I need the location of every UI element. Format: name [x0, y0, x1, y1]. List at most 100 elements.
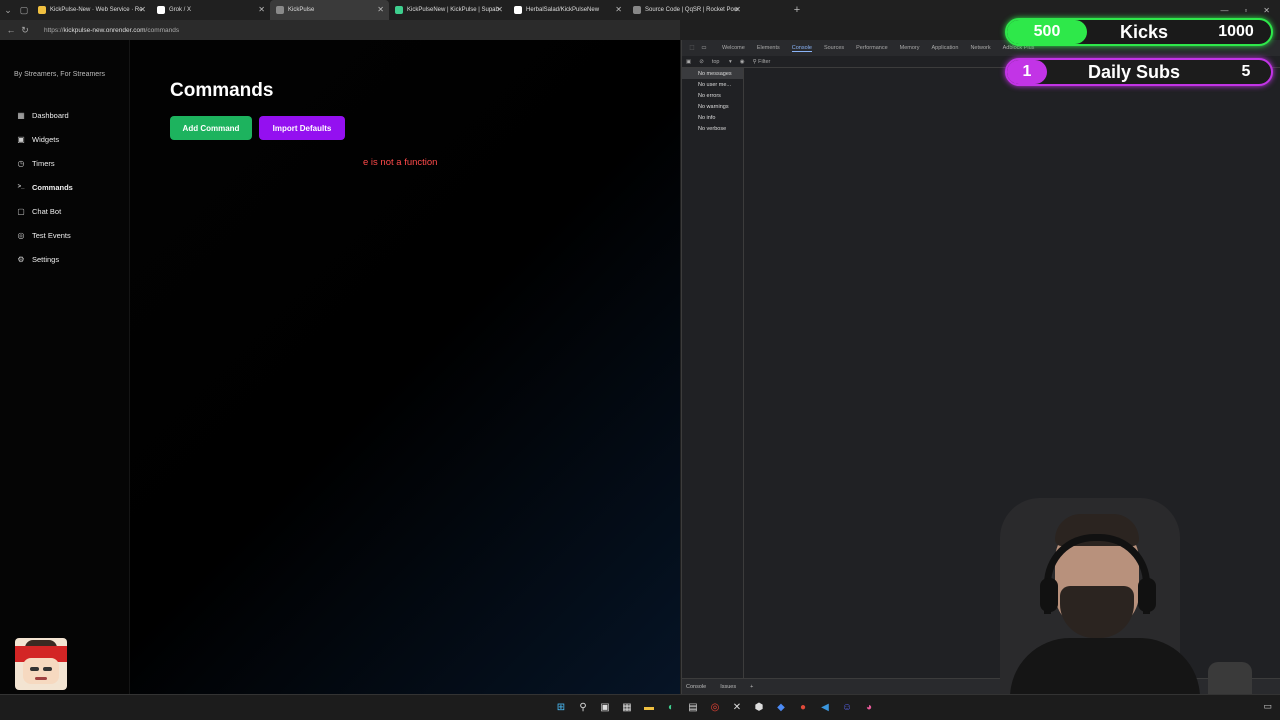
devtools-tab-elements[interactable]: Elements [757, 45, 780, 52]
earcup-left [1040, 578, 1058, 612]
widgets-icon: ▣ [17, 134, 25, 144]
sidebar-item-label: Test Events [32, 230, 71, 240]
tab-close-icon[interactable]: ✕ [139, 5, 146, 14]
browser-tab[interactable]: Source Code | QqSR | Rocket Pow ✕ [627, 0, 746, 20]
devtools-tab-memory[interactable]: Memory [900, 45, 920, 52]
edge-icon[interactable]: ◐ [664, 701, 678, 715]
console-filter-item[interactable]: No verbose [682, 123, 743, 134]
sidebar-item-dashboard[interactable]: ▦ Dashboard [16, 108, 69, 122]
devtools-tab-application[interactable]: Application [932, 45, 959, 52]
tab-close-icon[interactable]: ✕ [496, 5, 503, 14]
avatar-mouth [35, 677, 47, 680]
start-icon[interactable]: ⊞ [554, 701, 568, 715]
close-window-icon[interactable]: ✕ [1263, 6, 1270, 15]
window-controls: — ▫ ✕ [1220, 6, 1280, 15]
context-select[interactable]: top ▾ [712, 59, 732, 65]
earcup-right [1138, 578, 1156, 612]
store-icon[interactable]: ▤ [686, 701, 700, 715]
console-filter-item[interactable]: No warnings [682, 101, 743, 112]
x-app-icon[interactable]: ✕ [730, 701, 744, 715]
taskbar: ⊞ ⚲ ▣ ▦ ▬ ◐ ▤ ◎ ✕ ⬢ ◆ ● ◀ ☺ ◕ ▭ [0, 694, 1280, 720]
clear-console-icon[interactable]: ⊘ [699, 59, 704, 65]
browser-tab[interactable]: KickPulse ✕ [270, 0, 389, 20]
tab-favicon-icon [633, 6, 641, 14]
steam-icon[interactable]: ◆ [774, 701, 788, 715]
streamer-body [1010, 638, 1200, 694]
task-view-icon[interactable]: ▣ [598, 701, 612, 715]
tab-close-icon[interactable]: ✕ [734, 5, 741, 14]
add-command-button[interactable]: Add Command [170, 116, 252, 140]
eye-icon[interactable]: ◉ [740, 59, 745, 65]
sidebar-item-label: Chat Bot [32, 206, 62, 216]
chat-icon: ▢ [17, 206, 25, 216]
devtools-tab-welcome[interactable]: Welcome [722, 45, 745, 52]
console-filter-item[interactable]: No info [682, 112, 743, 123]
app-icon[interactable]: ⬢ [752, 701, 766, 715]
sidebar-item-commands[interactable]: >_ Commands [16, 180, 73, 194]
browser-tabstrip: ⌄ ▢ KickPulse-New · Web Service · Re ✕ Gro… [0, 0, 1280, 20]
vscode-icon[interactable]: ◀ [818, 701, 832, 715]
sidebar-item-settings[interactable]: ⚙ Settings [16, 252, 59, 266]
minimize-icon[interactable]: — [1220, 6, 1228, 15]
console-filter-item[interactable]: No errors [682, 90, 743, 101]
import-defaults-button[interactable]: Import Defaults [259, 116, 345, 140]
tab-favicon-icon [276, 6, 284, 14]
sidebar-item-chat-bot[interactable]: ▢ Chat Bot [16, 204, 61, 218]
search-icon[interactable]: ⚲ [576, 701, 590, 715]
device-toggle-icon[interactable]: ▭ [698, 45, 710, 51]
console-filter-item[interactable]: No messages [682, 68, 743, 79]
devtools-tab-sources[interactable]: Sources [824, 45, 844, 52]
sidebar-item-label: Settings [32, 254, 60, 264]
browser-tab[interactable]: Grok / X ✕ [151, 0, 270, 20]
sidebar-toggle-icon[interactable]: ▣ [686, 59, 691, 65]
tagline: By Streamers, For Streamers [14, 71, 106, 78]
obs-icon[interactable]: ● [796, 701, 810, 715]
tab-close-icon[interactable]: ✕ [377, 5, 384, 14]
kicks-goal-overlay: 500 Kicks 1000 [1005, 18, 1273, 46]
browser-tab[interactable]: KickPulse-New · Web Service · Re ✕ [32, 0, 151, 20]
chrome-icon[interactable]: ◎ [708, 701, 722, 715]
console-filter-item[interactable]: No user me... [682, 79, 743, 90]
inspect-icon[interactable]: ⬚ [686, 45, 698, 51]
console-sidebar: No messages No user me... No errors No warn… [682, 68, 744, 678]
address-bar: ← ↻ https://kickpulse-new.onrender.com/c… [0, 20, 680, 40]
kicks-label: Kicks [1119, 21, 1169, 42]
devtools-tab-performance[interactable]: Performance [856, 45, 888, 52]
new-tab-button[interactable]: + [790, 4, 804, 16]
tab-list-icon[interactable]: ⌄ [0, 0, 16, 20]
user-avatar[interactable] [15, 638, 67, 690]
drawer-tab-console[interactable]: Console [686, 684, 706, 690]
kicks-current: 500 [1007, 20, 1087, 44]
notification-icon[interactable]: ▭ [1263, 701, 1272, 712]
restore-icon[interactable]: ▫ [1244, 6, 1247, 15]
tab-close-icon[interactable]: ✕ [258, 5, 265, 14]
app-icon-2[interactable]: ◕ [862, 701, 876, 715]
sidebar: By Streamers, For Streamers ▦ Dashboard ▣ W… [0, 40, 130, 694]
microphone [1208, 662, 1252, 694]
url-field[interactable]: https://kickpulse-new.onrender.com/comma… [44, 27, 179, 34]
browser-tab[interactable]: HerbalSalad/KickPulseNew ✕ [508, 0, 627, 20]
devtools-tab-network[interactable]: Network [970, 45, 990, 52]
filter-input[interactable]: ⚲ Filter [753, 59, 779, 65]
sidebar-item-timers[interactable]: ◷ Timers [16, 156, 55, 170]
tab-close-icon[interactable]: ✕ [615, 5, 622, 14]
drawer-add-icon[interactable]: + [750, 684, 753, 690]
back-icon[interactable]: ← [4, 25, 18, 35]
discord-icon[interactable]: ☺ [840, 701, 854, 715]
sidebar-item-widgets[interactable]: ▣ Widgets [16, 132, 59, 146]
avatar-eye-right [43, 667, 52, 671]
drawer-tab-issues[interactable]: Issues [720, 684, 736, 690]
devtools-tab-console[interactable]: Console [791, 45, 812, 52]
dashboard-icon: ▦ [17, 110, 25, 120]
tab-favicon-icon [395, 6, 403, 14]
subs-goal: 5 [1241, 63, 1251, 80]
tab-favicon-icon [514, 6, 522, 14]
sidebar-item-label: Dashboard [32, 110, 69, 120]
reload-icon[interactable]: ↻ [18, 25, 32, 36]
file-explorer-icon[interactable]: ▬ [642, 701, 656, 715]
workspaces-icon[interactable]: ▢ [16, 0, 32, 20]
sidebar-item-test-events[interactable]: ◎ Test Events [16, 228, 71, 242]
browser-tab[interactable]: KickPulseNew | KickPulse | Supab ✕ [389, 0, 508, 20]
widgets-taskbar-icon[interactable]: ▦ [620, 701, 634, 715]
avatar-eye-left [30, 667, 39, 671]
